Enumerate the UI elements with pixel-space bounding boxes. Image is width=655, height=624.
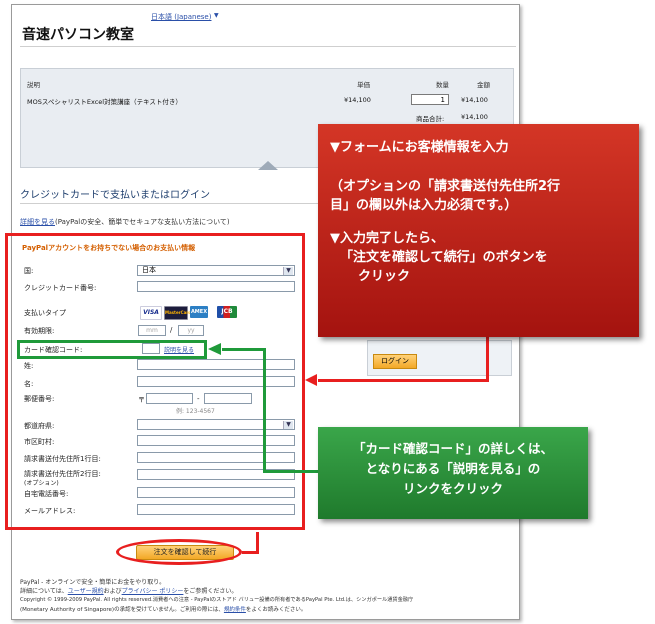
callout-text: ▼フォームにお客様情報を入力 <box>330 140 509 155</box>
callout-text: 目」の欄以外は入力必須です。） <box>330 198 518 213</box>
footer-text: をご参照ください。 <box>183 588 238 595</box>
details-text: (PayPalの安全、簡単でセキュアな支払い方法について) <box>55 218 230 226</box>
callout-text: クリック <box>358 269 411 284</box>
col-quantity: 数量 <box>436 81 449 89</box>
user-agreement-link[interactable]: ユーザー規約 <box>68 588 104 595</box>
connector-line <box>242 551 259 554</box>
language-selector[interactable]: 日本語 (Japanese) <box>151 12 211 22</box>
callout-text: リンクをクリック <box>402 481 503 496</box>
item-name: MOSスペシャリストExcel対策講座（テキスト付き） <box>27 98 182 106</box>
chevron-down-icon[interactable]: ▼ <box>214 12 219 19</box>
login-button[interactable]: ログイン <box>373 354 417 369</box>
callout-text: ▼入力完了したら、 <box>330 231 444 246</box>
callout-text: （オプションの「請求書送付先住所2行 <box>330 179 561 194</box>
footer-line-2: 詳細については、ユーザー規約およびプライバシー ポリシーをご参照ください。 <box>20 586 237 595</box>
arrow-left-icon <box>305 374 317 386</box>
callout-text: 「注文を確認して続行」のボタンを <box>340 250 548 265</box>
instruction-callout-green: 「カード確認コード」の詳しくは、 となりにある「説明を見る」の リンクをクリック <box>318 427 588 519</box>
col-amount: 金額 <box>477 81 490 89</box>
subtotal-label: 商品合計: <box>416 115 445 123</box>
terms-link[interactable]: 規約条件 <box>224 607 246 613</box>
callout-text: となりにある「説明を見る」の <box>365 461 541 476</box>
section-title: クレジットカードで支払いまたはログイン <box>20 190 210 201</box>
divider <box>20 46 516 47</box>
quantity-input[interactable]: 1 <box>411 94 449 105</box>
cvv-highlight-box <box>17 340 207 359</box>
footer-line-3: Copyright © 1999-2009 PayPal. All rights… <box>20 597 414 603</box>
footer-text: 詳細については、 <box>20 588 68 595</box>
col-description: 説明 <box>27 81 40 89</box>
footer-text: (Monetary Authority of Singapore)の承認を受けて… <box>20 607 224 613</box>
footer-text: および <box>103 588 122 595</box>
submit-highlight-oval <box>116 539 242 565</box>
details-link[interactable]: 詳細を見る <box>20 218 55 226</box>
footer-line-1: PayPal - オンラインで安全・簡単にお金をやり取り。 <box>20 579 166 586</box>
col-unit-price: 単価 <box>357 81 370 89</box>
shop-name: 音速パソコン教室 <box>22 27 134 43</box>
collapse-arrow-icon[interactable] <box>258 161 278 170</box>
connector-line <box>263 470 318 473</box>
connector-line <box>263 348 266 473</box>
item-unit-price: ¥14,100 <box>344 96 371 104</box>
privacy-policy-link[interactable]: プライバシー ポリシー <box>122 588 184 595</box>
form-highlight-box <box>5 233 305 530</box>
subtotal-value: ¥14,100 <box>461 113 488 121</box>
details-row: 詳細を見る(PayPalの安全、簡単でセキュアな支払い方法について) <box>20 217 230 227</box>
callout-text: 「カード確認コード」の詳しくは、 <box>352 441 553 456</box>
footer-text: をよくお読みください。 <box>245 607 307 613</box>
footer-line-4: (Monetary Authority of Singapore)の承認を受けて… <box>20 605 306 613</box>
connector-line <box>222 348 266 351</box>
connector-line <box>486 335 489 381</box>
arrow-left-icon <box>208 343 221 355</box>
instruction-callout-red: ▼フォームにお客様情報を入力 （オプションの「請求書送付先住所2行 目」の欄以外… <box>318 124 639 337</box>
item-amount: ¥14,100 <box>461 96 488 104</box>
connector-line <box>318 379 489 382</box>
